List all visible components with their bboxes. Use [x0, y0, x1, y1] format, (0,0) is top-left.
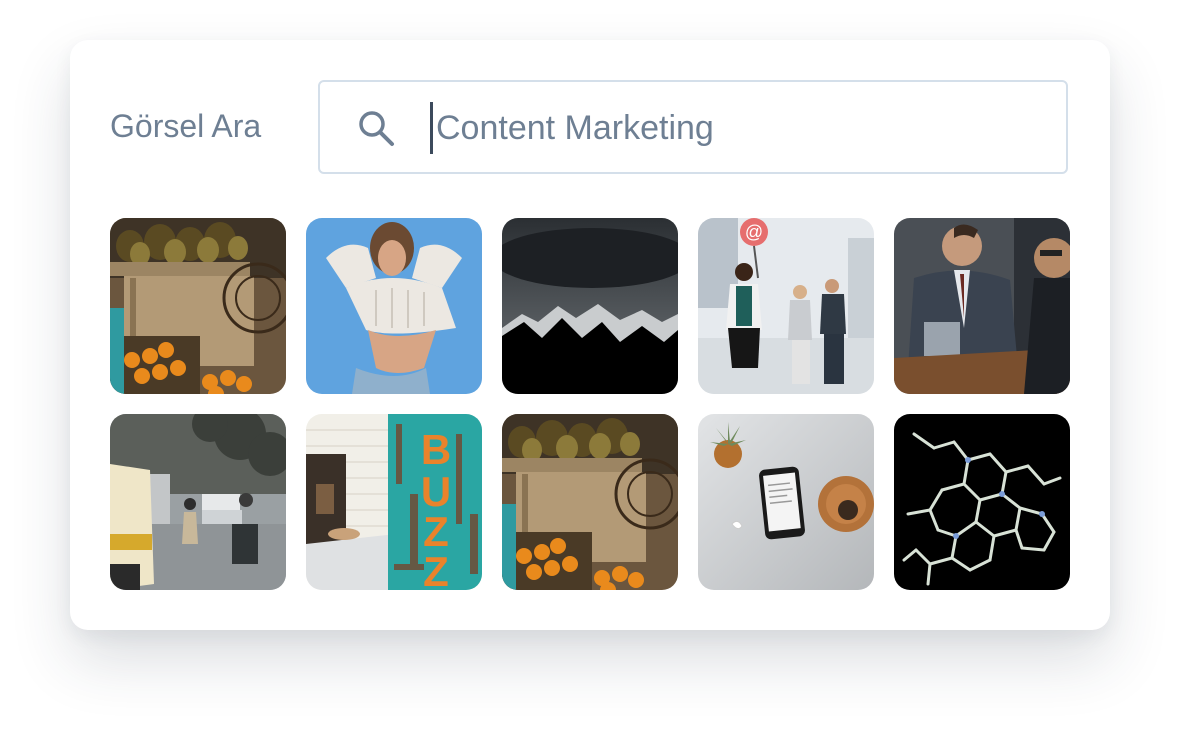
image-tile-city-street[interactable] [110, 414, 286, 590]
business-meeting-photo [894, 218, 1070, 394]
fruit-stand-photo-2 [502, 414, 678, 590]
image-tile-business-meeting[interactable] [894, 218, 1070, 394]
buzz-sign-photo: B U Z Z [306, 414, 482, 590]
molecule-structure-photo [894, 414, 1070, 590]
fruit-stand-photo [110, 218, 286, 394]
search-input[interactable] [436, 100, 1036, 156]
desk-phone-plant-photo [698, 414, 874, 590]
text-caret [430, 102, 433, 154]
svg-text:Z: Z [423, 548, 449, 590]
image-tile-buzz-sign[interactable]: B U Z Z [306, 414, 482, 590]
image-search-card: Görsel Ara Content Marketing @ B U Z Z [70, 40, 1110, 630]
image-tile-desk-phone-plant[interactable] [698, 414, 874, 590]
dark-mountains-photo [502, 218, 678, 394]
svg-text:B: B [421, 426, 451, 473]
search-icon[interactable] [356, 108, 396, 148]
search-label: Görsel Ara [110, 108, 262, 144]
business-people-at-sign-photo: @ [698, 218, 874, 394]
image-tile-molecule-structure[interactable] [894, 414, 1070, 590]
image-tile-business-people[interactable]: @ [698, 218, 874, 394]
image-tile-fruit-stand[interactable] [110, 218, 286, 394]
search-box[interactable] [318, 80, 1068, 174]
city-street-photo [110, 414, 286, 590]
svg-text:@: @ [745, 222, 763, 242]
woman-sweater-photo [306, 218, 482, 394]
image-tile-dark-mountains[interactable] [502, 218, 678, 394]
image-tile-fruit-stand-2[interactable] [502, 414, 678, 590]
image-tile-woman-sweater[interactable] [306, 218, 482, 394]
